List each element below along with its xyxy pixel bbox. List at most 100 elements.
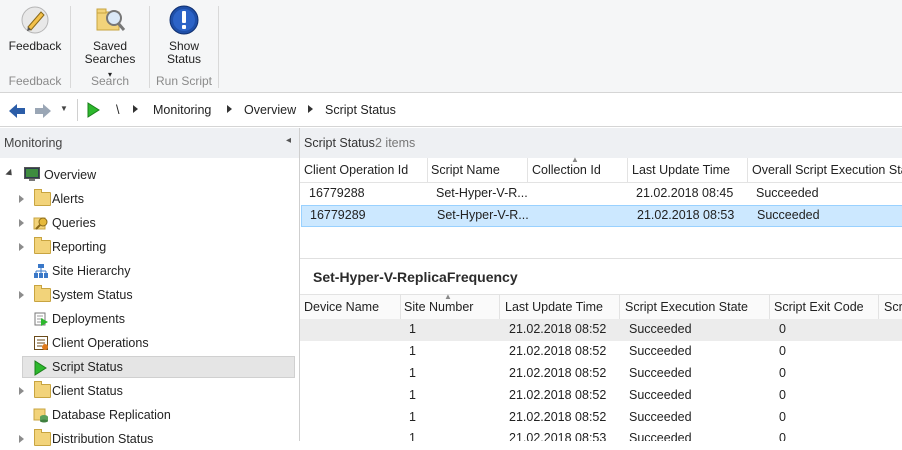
cell-overall-state: Succeeded [756, 186, 819, 200]
folder-icon [34, 381, 51, 398]
column-header-client-operation-id[interactable]: Client Operation Id [304, 158, 424, 182]
cell-last-update-time: 21.02.2018 08:53 [509, 431, 607, 441]
column-header-script-name[interactable]: Script Name [431, 158, 526, 182]
cell-exit-code: 0 [779, 410, 786, 424]
nav-item-queries[interactable]: Queries [0, 212, 296, 234]
address-bar: ▼ \ Monitoring Overview Script Status [0, 95, 902, 127]
expand-chevron-icon[interactable] [19, 291, 24, 299]
back-arrow-icon[interactable] [6, 101, 28, 121]
column-header-collection-id[interactable]: Collection Id [532, 158, 624, 182]
list-column-headers: Client Operation Id Script Name ▲ Collec… [300, 155, 902, 183]
cell-last-update-time: 21.02.2018 08:45 [636, 186, 734, 200]
table-row-selected[interactable]: 16779289 Set-Hyper-V-R... 21.02.2018 08:… [301, 205, 902, 227]
column-divider[interactable] [619, 295, 620, 319]
expand-chevron-icon[interactable] [19, 195, 24, 203]
cell-site-number: 1 [409, 431, 416, 441]
column-divider[interactable] [499, 295, 500, 319]
column-divider[interactable] [527, 158, 528, 182]
show-status-label-line2: Status [166, 52, 202, 66]
nav-item-database-replication[interactable]: Database Replication [0, 404, 296, 426]
cell-exit-code: 0 [779, 431, 786, 441]
column-header-last-update-time[interactable]: Last Update Time [632, 158, 746, 182]
column-divider[interactable] [878, 295, 879, 319]
column-divider[interactable] [427, 158, 428, 182]
collapse-pane-icon[interactable]: ◂ [286, 135, 291, 146]
cell-last-update-time: 21.02.2018 08:53 [637, 208, 735, 222]
table-row[interactable]: 1 21.02.2018 08:52 Succeeded 0 [300, 363, 902, 385]
folder-icon [34, 429, 51, 446]
breadcrumb-chevron-icon[interactable] [227, 105, 232, 113]
breadcrumb-root[interactable]: \ [116, 103, 119, 117]
database-replication-icon [33, 408, 48, 423]
cell-exit-code: 0 [779, 388, 786, 402]
feedback-button[interactable]: Feedback [6, 4, 64, 53]
column-header-last-update-time[interactable]: Last Update Time [505, 295, 617, 319]
column-divider[interactable] [627, 158, 628, 182]
nav-item-label: System Status [52, 288, 133, 302]
nav-item-reporting[interactable]: Reporting [0, 236, 296, 258]
cell-execution-state: Succeeded [629, 322, 692, 336]
cell-last-update-time: 21.02.2018 08:52 [509, 366, 607, 380]
breadcrumb-monitoring[interactable]: Monitoring [153, 103, 211, 117]
history-dropdown-icon[interactable]: ▼ [60, 104, 68, 113]
nav-item-client-status[interactable]: Client Status [0, 380, 296, 402]
column-header-script-execution-state[interactable]: Script Execution State [625, 295, 767, 319]
table-row[interactable]: 16779288 Set-Hyper-V-R... 21.02.2018 08:… [300, 183, 902, 204]
table-row[interactable]: 1 21.02.2018 08:52 Succeeded 0 [300, 341, 902, 363]
cell-overall-state: Succeeded [757, 208, 820, 222]
table-row[interactable]: 1 21.02.2018 08:53 Succeeded 0 [300, 428, 902, 441]
breadcrumb-overview[interactable]: Overview [244, 103, 296, 117]
cell-last-update-time: 21.02.2018 08:52 [509, 388, 607, 402]
breadcrumb-chevron-icon[interactable] [308, 105, 313, 113]
nav-item-site-hierarchy[interactable]: Site Hierarchy [0, 260, 296, 282]
feedback-label: Feedback [8, 39, 62, 53]
saved-searches-button[interactable]: Saved Searches ▾ [82, 4, 138, 81]
client-operations-icon [34, 336, 48, 350]
details-title: Set-Hyper-V-ReplicaFrequency [313, 269, 518, 285]
expand-chevron-icon[interactable] [19, 435, 24, 443]
nav-item-label: Deployments [52, 312, 125, 326]
ribbon-group-divider [218, 6, 219, 88]
breadcrumb-chevron-icon[interactable] [133, 105, 138, 113]
expand-chevron-icon[interactable] [19, 387, 24, 395]
column-header-overall-script-execution-state[interactable]: Overall Script Execution Stat [752, 158, 902, 182]
queries-icon [33, 217, 48, 230]
ribbon-group-divider [70, 6, 71, 88]
folder-icon [34, 189, 51, 206]
nav-item-label: Database Replication [52, 408, 171, 422]
nav-item-distribution-status[interactable]: Distribution Status [0, 428, 296, 450]
table-row[interactable]: 1 21.02.2018 08:52 Succeeded 0 [300, 407, 902, 429]
column-divider[interactable] [747, 158, 748, 182]
cell-last-update-time: 21.02.2018 08:52 [509, 410, 607, 424]
feedback-pen-icon [21, 6, 49, 34]
expanded-chevron-icon[interactable] [5, 168, 15, 179]
expand-chevron-icon[interactable] [19, 219, 24, 227]
column-header-script-exit-code[interactable]: Script Exit Code [774, 295, 876, 319]
column-header-script-output[interactable]: Scr [884, 295, 902, 319]
show-status-button[interactable]: Show Status [158, 4, 210, 66]
nav-item-client-operations[interactable]: Client Operations [0, 332, 296, 354]
table-row[interactable]: 1 21.02.2018 08:52 Succeeded 0 [300, 319, 902, 341]
nav-item-script-status[interactable]: Script Status [22, 356, 295, 378]
column-header-device-name[interactable]: Device Name [304, 295, 398, 319]
table-row[interactable]: 1 21.02.2018 08:52 Succeeded 0 [300, 385, 902, 407]
expand-chevron-icon[interactable] [19, 243, 24, 251]
nav-item-deployments[interactable]: Deployments [0, 308, 296, 330]
saved-searches-icon [96, 8, 126, 31]
forward-arrow-icon[interactable] [32, 101, 54, 121]
nav-item-system-status[interactable]: System Status [0, 284, 296, 306]
ribbon-group-search: Search [90, 74, 130, 88]
cell-site-number: 1 [409, 410, 416, 424]
breadcrumb-script-status[interactable]: Script Status [325, 103, 396, 117]
list-item-count: 2 items [375, 136, 416, 150]
cell-execution-state: Succeeded [629, 366, 692, 380]
column-divider[interactable] [769, 295, 770, 319]
column-header-site-number[interactable]: Site Number [404, 295, 496, 319]
pane-splitter[interactable] [300, 258, 902, 259]
info-icon [169, 5, 199, 35]
folder-icon [34, 285, 51, 302]
cell-last-update-time: 21.02.2018 08:52 [509, 322, 607, 336]
nav-item-alerts[interactable]: Alerts [0, 188, 296, 210]
nav-item-overview[interactable]: Overview [0, 164, 296, 186]
column-divider[interactable] [400, 295, 401, 319]
